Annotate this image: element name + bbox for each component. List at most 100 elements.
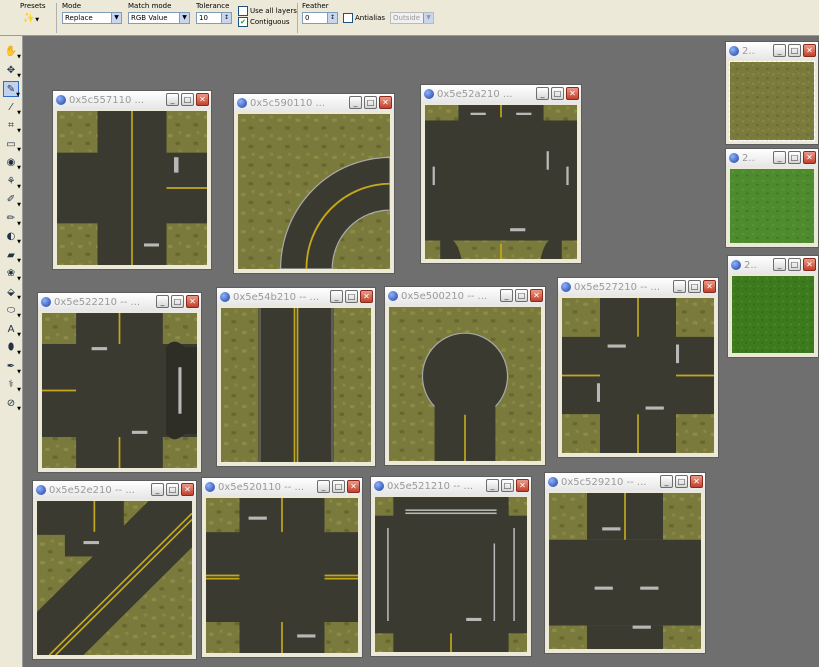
maximize-button[interactable]: □	[788, 151, 801, 164]
close-button[interactable]: ✕	[690, 475, 703, 488]
maximize-button[interactable]: □	[515, 289, 528, 302]
window-titlebar[interactable]: 0x5e500210 -- ... _ □ ✕	[385, 287, 545, 305]
minimize-button[interactable]: _	[330, 290, 343, 303]
image-window[interactable]: 0x5e54b210 -- ... _ □ ✕	[216, 287, 376, 467]
minimize-button[interactable]: _	[536, 87, 549, 100]
close-button[interactable]: ✕	[566, 87, 579, 100]
move-tool-icon[interactable]: ✥ ▼	[3, 63, 21, 79]
window-titlebar[interactable]: 2... _ □ ✕	[728, 256, 818, 274]
minimize-button[interactable]: _	[486, 479, 499, 492]
maximize-button[interactable]: □	[688, 280, 701, 293]
maximize-button[interactable]: □	[345, 290, 358, 303]
minimize-button[interactable]: _	[166, 93, 179, 106]
image-window[interactable]: 2... _ □ ✕	[725, 148, 819, 248]
dropper-tool-icon[interactable]: ⁄ ▼	[3, 100, 21, 116]
window-titlebar[interactable]: 0x5e522210 -- ... _ □ ✕	[38, 293, 201, 311]
crop-tool-icon[interactable]: ⌗ ▼	[3, 118, 21, 134]
image-window[interactable]: 2... _ □ ✕	[725, 41, 819, 145]
window-titlebar[interactable]: 0x5e521210 -- ... _ □ ✕	[371, 477, 531, 495]
presets-button[interactable]: ✨▼	[20, 12, 42, 26]
window-titlebar[interactable]: 0x5e527210 -- ... _ □ ✕	[558, 278, 718, 296]
contiguous-checkbox[interactable]: ✔ Contiguous	[238, 16, 300, 27]
image-canvas[interactable]	[37, 501, 192, 655]
scratch-remover-icon[interactable]: ✐ ▼	[3, 192, 21, 208]
image-window[interactable]: 0x5e520110 -- ... _ □ ✕	[201, 477, 363, 658]
window-titlebar[interactable]: 0x5e54b210 -- ... _ □ ✕	[217, 288, 375, 306]
use-all-layers-checkbox[interactable]: Use all layers	[238, 5, 300, 16]
warp-brush-icon[interactable]: ⚕ ▼	[3, 377, 21, 393]
minimize-button[interactable]: _	[773, 258, 786, 271]
tolerance-stepper[interactable]: 10 ↕	[196, 12, 232, 24]
window-titlebar[interactable]: 2... _ □ ✕	[726, 42, 818, 60]
red-eye-tool-icon[interactable]: ◉ ▼	[3, 155, 21, 171]
minimize-button[interactable]: _	[151, 483, 164, 496]
image-window[interactable]: 0x5e527210 -- ... _ □ ✕	[557, 277, 719, 458]
window-titlebar[interactable]: 2... _ □ ✕	[726, 149, 818, 167]
magic-wand-tool-icon[interactable]: ✎ ▼	[3, 81, 20, 98]
match-mode-dropdown[interactable]: RGB Value ▼	[128, 12, 190, 24]
antialias-mode-dropdown[interactable]: Outside ▼	[390, 12, 434, 24]
feather-stepper[interactable]: 0 ↕	[302, 12, 338, 24]
antialias-checkbox[interactable]: Antialias	[343, 12, 387, 23]
window-titlebar[interactable]: 0x5c557110 ... _ □ ✕	[53, 91, 211, 109]
maximize-button[interactable]: □	[788, 44, 801, 57]
image-canvas[interactable]	[57, 111, 207, 265]
image-window[interactable]: 0x5e52e210 -- ... _ □ ✕	[32, 480, 197, 660]
image-canvas[interactable]	[732, 276, 814, 353]
window-titlebar[interactable]: 0x5c529210 -- ... _ □ ✕	[545, 473, 705, 491]
window-titlebar[interactable]: 0x5e52a210 ... _ □ ✕	[421, 85, 581, 103]
minimize-button[interactable]: _	[156, 295, 169, 308]
close-button[interactable]: ✕	[186, 295, 199, 308]
image-canvas[interactable]	[375, 497, 527, 652]
close-button[interactable]: ✕	[196, 93, 209, 106]
image-canvas[interactable]	[562, 298, 714, 453]
minimize-button[interactable]: _	[500, 289, 513, 302]
pen-tool-icon[interactable]: ✒ ▼	[3, 359, 21, 375]
image-window[interactable]: 0x5e52a210 ... _ □ ✕	[420, 84, 582, 264]
image-canvas[interactable]	[389, 307, 541, 461]
image-canvas[interactable]	[425, 105, 577, 259]
minimize-button[interactable]: _	[773, 44, 786, 57]
image-canvas[interactable]	[206, 498, 358, 653]
mode-dropdown[interactable]: Replace ▼	[62, 12, 122, 24]
flyout-arrow-icon[interactable]: ▼	[17, 401, 21, 417]
clone-tool-icon[interactable]: ⚘ ▼	[3, 174, 21, 190]
image-window[interactable]: 0x5e521210 -- ... _ □ ✕	[370, 476, 532, 657]
eraser-icon[interactable]: ▰ ▼	[3, 248, 21, 264]
image-canvas[interactable]	[238, 114, 390, 269]
close-button[interactable]: ✕	[703, 280, 716, 293]
close-button[interactable]: ✕	[803, 44, 816, 57]
pan-tool-icon[interactable]: ✋ ▼	[3, 44, 21, 60]
checkbox-box[interactable]	[238, 5, 248, 16]
window-titlebar[interactable]: 0x5e52e210 -- ... _ □ ✕	[33, 481, 196, 499]
maximize-button[interactable]: □	[171, 295, 184, 308]
maximize-button[interactable]: □	[332, 480, 345, 493]
shape-tool-icon[interactable]: ⬭ ▼	[3, 303, 21, 319]
mesh-warp-icon[interactable]: ⊘ ▼	[3, 396, 21, 412]
preset-shape-icon[interactable]: ⬮ ▼	[3, 340, 21, 356]
close-button[interactable]: ✕	[379, 96, 392, 109]
spin-arrows-icon[interactable]: ↕	[221, 13, 231, 23]
image-window[interactable]: 0x5c557110 ... _ □ ✕	[52, 90, 212, 270]
maximize-button[interactable]: □	[166, 483, 179, 496]
maximize-button[interactable]: □	[675, 475, 688, 488]
checkbox-box[interactable]	[343, 12, 353, 23]
maximize-button[interactable]: □	[364, 96, 377, 109]
flood-fill-icon[interactable]: ⬙ ▼	[3, 285, 21, 301]
image-window[interactable]: 0x5e522210 -- ... _ □ ✕	[37, 292, 202, 473]
maximize-button[interactable]: □	[501, 479, 514, 492]
maximize-button[interactable]: □	[788, 258, 801, 271]
close-button[interactable]: ✕	[347, 480, 360, 493]
image-canvas[interactable]	[729, 61, 815, 141]
close-button[interactable]: ✕	[181, 483, 194, 496]
spin-arrows-icon[interactable]: ↕	[327, 13, 337, 23]
text-tool-icon[interactable]: A ▼	[3, 322, 21, 338]
checkmark-icon[interactable]: ✔	[238, 16, 248, 27]
close-button[interactable]: ✕	[516, 479, 529, 492]
minimize-button[interactable]: _	[349, 96, 362, 109]
minimize-button[interactable]: _	[773, 151, 786, 164]
close-button[interactable]: ✕	[530, 289, 543, 302]
image-canvas[interactable]	[221, 308, 371, 462]
image-canvas[interactable]	[549, 493, 701, 649]
window-titlebar[interactable]: 0x5e520110 -- ... _ □ ✕	[202, 478, 362, 496]
